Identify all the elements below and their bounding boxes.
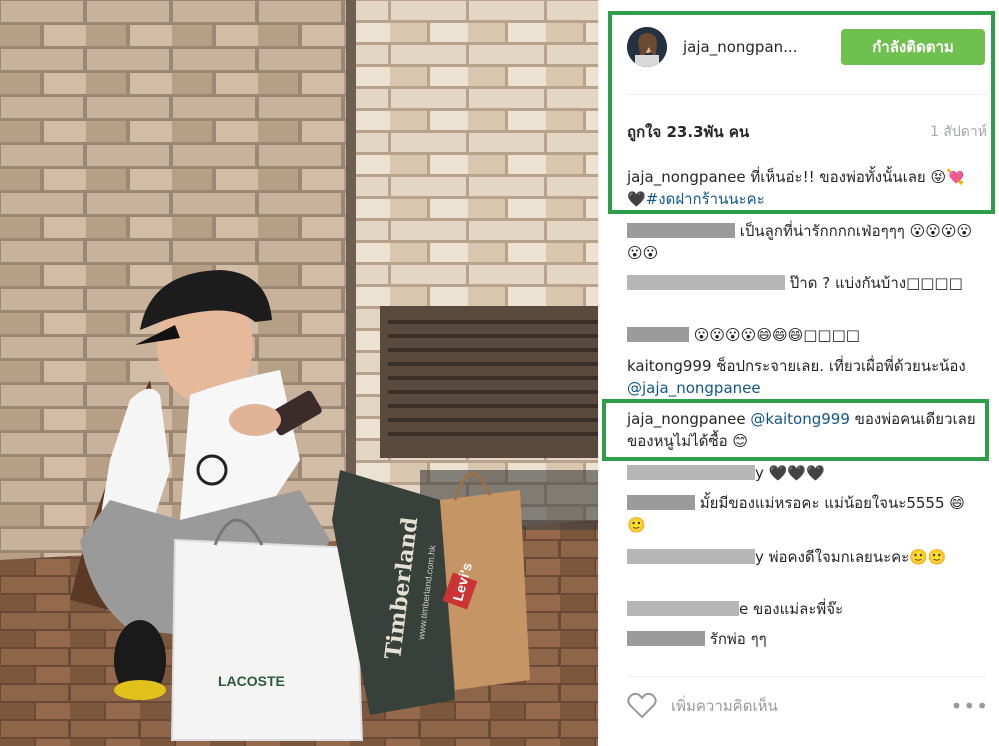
add-comment-bar: เพิ่มความคิดเห็น •••	[627, 692, 989, 720]
redacted-username	[627, 465, 755, 480]
post-header: jaja_nongpan... กำลังติดตาม	[627, 14, 989, 80]
comment-text: y พ่อคงดีใจมกเลยนะคะ🙂🙂	[755, 548, 947, 566]
comment-username[interactable]: kaitong999	[627, 357, 712, 375]
header-divider	[627, 94, 987, 95]
comment-mention[interactable]: @jaja_nongpanee	[627, 379, 761, 397]
likes-count[interactable]: ถูกใจ 23.3พัน คน	[627, 120, 749, 144]
comment-item: 😮😮😮😮😄😄😄□□□□	[627, 324, 977, 346]
post-stats: ถูกใจ 23.3พัน คน 1 สัปดาห์	[627, 120, 989, 144]
comment-text: ช็อปกระจายเลย. เที่ยวเผื่อพี่ด้วยนะน้อง	[711, 357, 966, 375]
comment-item: y พ่อคงดีใจมกเลยนะคะ🙂🙂	[627, 546, 977, 568]
comment-text: รักพ่อ ๆๆ	[705, 630, 767, 648]
redacted-username	[627, 495, 695, 510]
comment-item: มั้ยมีของแม่หรอคะ แม่น้อยใจนะ5555 😄🙂	[627, 492, 977, 536]
comment-item: รักพ่อ ๆๆ	[627, 628, 977, 650]
redacted-username	[627, 327, 689, 342]
comment-item: e ของแม่ละพี่จ๊ะ	[627, 598, 977, 620]
post-panel: jaja_nongpan... กำลังติดตาม ถูกใจ 23.3พั…	[598, 0, 999, 746]
following-button[interactable]: กำลังติดตาม	[841, 29, 985, 65]
comment-text: ป๊าด ? แบ่งกันบ้าง□□□□	[785, 274, 963, 292]
lacoste-bag-label: LACOSTE	[218, 673, 285, 689]
avatar[interactable]	[627, 27, 667, 67]
comment-text: 😮😮😮😮😄😄😄□□□□	[689, 326, 860, 344]
comment-item: ป๊าด ? แบ่งกันบ้าง□□□□	[627, 272, 977, 294]
comment-username[interactable]: jaja_nongpanee	[627, 410, 746, 428]
comment-item: jaja_nongpanee @kaitong999 ของพ่อคนเดียว…	[627, 408, 977, 452]
post-photo[interactable]: LACOSTE Timberland www.timberland.com.hk…	[0, 0, 598, 746]
post-time[interactable]: 1 สัปดาห์	[930, 121, 987, 143]
redacted-username	[627, 223, 735, 238]
comment-item: y 🖤🖤🖤	[627, 462, 977, 484]
comment-text: e ของแม่ละพี่จ๊ะ	[739, 600, 844, 618]
more-options-icon[interactable]: •••	[951, 694, 989, 718]
redacted-username	[627, 549, 755, 564]
redacted-username	[627, 601, 739, 616]
comment-mention[interactable]: @kaitong999	[750, 410, 850, 428]
caption-username[interactable]: jaja_nongpanee	[627, 168, 746, 186]
footer-divider	[627, 676, 987, 677]
add-comment-input[interactable]: เพิ่มความคิดเห็น	[671, 694, 951, 718]
post-caption: jaja_nongpanee ที่เห็นอ่ะ!! ของพ่อทั้งนั…	[627, 166, 972, 210]
comment-item: kaitong999 ช็อปกระจายเลย. เที่ยวเผื่อพี่…	[627, 355, 977, 399]
post-username[interactable]: jaja_nongpan...	[683, 38, 841, 56]
heart-icon[interactable]	[627, 692, 657, 720]
redacted-username	[627, 275, 785, 290]
comment-text: y 🖤🖤🖤	[755, 464, 825, 482]
comment-item: เป็นลูกที่น่ารักกกกเฟ่อๆๆๆ 😮😮😮😮😮😮	[627, 220, 977, 264]
redacted-username	[627, 631, 705, 646]
caption-hashtag[interactable]: #งดฝากร้านนะคะ	[646, 190, 765, 208]
